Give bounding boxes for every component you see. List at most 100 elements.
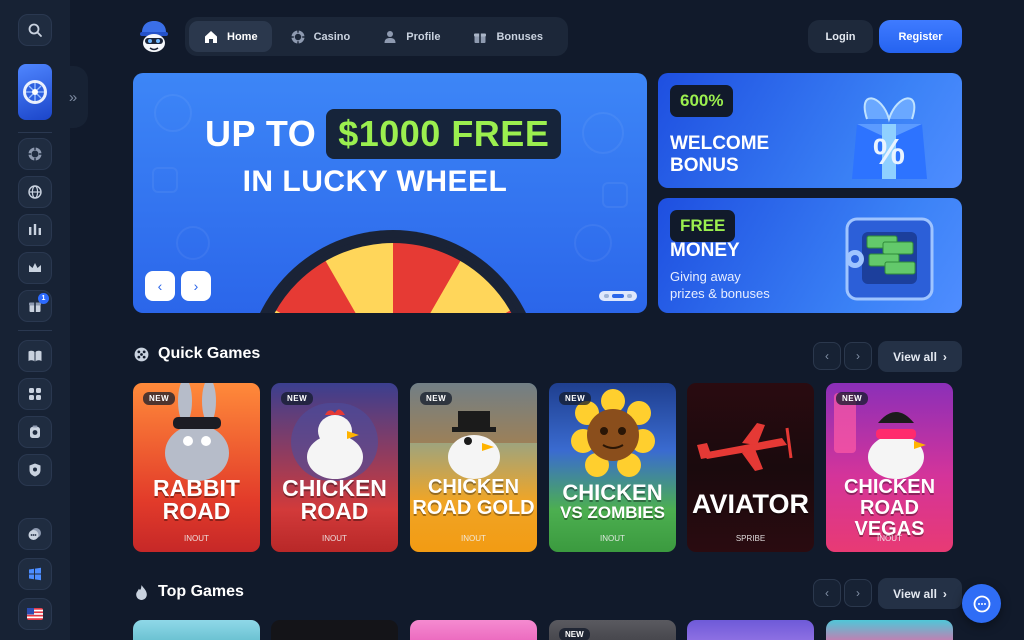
top-game-card[interactable] — [410, 620, 537, 640]
nav-bonuses[interactable]: Bonuses — [458, 21, 556, 52]
hero-prev-button[interactable]: ‹ — [145, 271, 175, 301]
top-game-card[interactable] — [271, 620, 398, 640]
quick-games-prev-button[interactable]: ‹ — [813, 342, 841, 370]
game-title-line1: CHICKEN — [282, 475, 387, 501]
nav-profile-label: Profile — [406, 30, 441, 43]
profile-icon — [384, 30, 396, 43]
view-all-label: View all — [893, 586, 937, 601]
home-icon — [205, 30, 217, 43]
game-title-line1: RABBIT — [153, 475, 240, 501]
top-games-prev-button[interactable]: ‹ — [813, 579, 841, 607]
book-icon[interactable] — [18, 340, 52, 372]
hero-pagination[interactable] — [599, 291, 637, 301]
game-card-rabbit-road[interactable]: NEW RABBIT ROAD INOUT — [133, 383, 260, 552]
hero-dot[interactable] — [627, 294, 632, 298]
new-badge: NEW — [559, 392, 592, 405]
vip-icon[interactable] — [18, 416, 52, 448]
game-title-line2: ROAD — [300, 498, 369, 524]
svg-text:%: % — [873, 131, 905, 172]
top-game-card[interactable] — [826, 620, 953, 640]
game-provider: INOUT — [461, 534, 486, 543]
game-card-chicken-road[interactable]: NEW CHICKEN ROAD INOUT — [271, 383, 398, 552]
us-flag-icon[interactable] — [18, 598, 52, 630]
game-title-line2: ROAD GOLD — [412, 497, 535, 519]
top-games-view-all-button[interactable]: View all › — [878, 578, 962, 609]
game-provider: INOUT — [184, 534, 209, 543]
fire-icon — [136, 584, 147, 600]
nav-home[interactable]: Home — [189, 21, 272, 52]
quick-games-next-button[interactable]: › — [844, 342, 872, 370]
game-title: AVIATOR — [687, 489, 814, 519]
dice-icon — [134, 347, 149, 361]
new-badge: NEW — [559, 628, 590, 640]
crown-icon[interactable] — [18, 252, 52, 284]
game-card-chicken-road-gold[interactable]: NEW CHICKEN ROAD GOLD INOUT — [410, 383, 537, 552]
promo-subtitle: Giving away prizes & bonuses — [670, 268, 810, 302]
nav-home-label: Home — [227, 30, 258, 43]
nav-casino-label: Casino — [313, 30, 351, 43]
casino-chip-icon — [291, 30, 305, 43]
promo-free-money[interactable]: FREE MONEY Giving away prizes & bonuses — [658, 198, 962, 313]
top-game-card[interactable]: NEW — [549, 620, 676, 640]
top-game-card[interactable] — [687, 620, 814, 640]
game-title-line1: CHICKEN — [427, 476, 520, 498]
top-game-card[interactable] — [133, 620, 260, 640]
game-title-line1: AVIATOR — [691, 489, 809, 519]
casino-chip-icon[interactable] — [18, 138, 52, 170]
new-badge: NEW — [281, 392, 314, 405]
new-badge: NEW — [143, 392, 176, 405]
safe-money-art — [845, 217, 934, 301]
hero-banner[interactable]: UP TO $1000 FREE IN LUCKY WHEEL ‹ › — [133, 73, 647, 313]
hero-dot-active[interactable] — [612, 294, 624, 298]
top-games-next-button[interactable]: › — [844, 579, 872, 607]
game-card-aviator[interactable]: AVIATOR SPRIBE — [687, 383, 814, 552]
top-games-header: Top Games — [133, 583, 244, 601]
game-card-chicken-road-vegas[interactable]: NEW CHICKEN ROAD VEGAS INOUT — [826, 383, 953, 552]
promo-subtitle-line2: prizes & bonuses — [670, 286, 770, 301]
nav-profile[interactable]: Profile — [368, 21, 454, 52]
register-button[interactable]: Register — [879, 20, 962, 53]
hero-next-button[interactable]: › — [181, 271, 211, 301]
promo-welcome-bonus[interactable]: 600% WELCOME BONUS % — [658, 73, 962, 188]
sports-icon[interactable] — [18, 214, 52, 246]
nav-casino[interactable]: Casino — [276, 21, 365, 52]
game-title: RABBIT ROAD — [133, 477, 260, 523]
new-badge: NEW — [836, 392, 869, 405]
brand-logo[interactable] — [136, 18, 172, 54]
lucky-wheel-icon[interactable] — [18, 64, 52, 120]
game-provider: INOUT — [322, 534, 347, 543]
game-provider: SPRIBE — [735, 534, 766, 543]
new-badge: NEW — [420, 392, 453, 405]
game-title-line2: VS ZOMBIES — [560, 503, 665, 522]
shield-icon[interactable] — [18, 454, 52, 486]
gift-badge: 1 — [38, 293, 49, 304]
game-card-chicken-vs-zombies[interactable]: NEW CHICKEN VS ZOMBIES INOUT — [549, 383, 676, 552]
quick-games-view-all-button[interactable]: View all › — [878, 341, 962, 372]
support-icon[interactable] — [18, 518, 52, 550]
chat-button[interactable] — [962, 584, 1001, 623]
chevron-right-icon: › — [942, 349, 947, 364]
promo-subtitle-line1: Giving away — [670, 269, 741, 284]
windows-icon[interactable] — [18, 558, 52, 590]
promo-title: WELCOME BONUS — [670, 133, 769, 177]
game-title-line1: CHICKEN — [562, 480, 663, 505]
lucky-wheel-art — [260, 230, 526, 313]
gift-icon — [474, 33, 487, 43]
games-icon[interactable] — [18, 378, 52, 410]
quick-games-header: Quick Games — [133, 345, 260, 363]
airplane-art — [697, 423, 793, 471]
hero-headline: UP TO $1000 FREE — [205, 109, 562, 159]
promo-title: MONEY — [670, 240, 740, 261]
login-button[interactable]: Login — [808, 20, 873, 53]
sidebar-expand-button[interactable]: » — [58, 66, 88, 128]
game-title: CHICKEN ROAD VEGAS — [826, 477, 953, 540]
game-title: CHICKEN VS ZOMBIES — [549, 480, 676, 523]
gift-icon[interactable]: 1 — [18, 290, 52, 322]
search-icon[interactable] — [18, 14, 52, 46]
hero-dot[interactable] — [604, 294, 609, 298]
nav-bonuses-label: Bonuses — [496, 30, 543, 43]
hero-line1-prefix: UP TO — [205, 113, 317, 154]
game-title: CHICKEN ROAD GOLD — [410, 477, 537, 519]
chevron-right-icon: › — [942, 586, 947, 601]
globe-icon[interactable] — [18, 176, 52, 208]
